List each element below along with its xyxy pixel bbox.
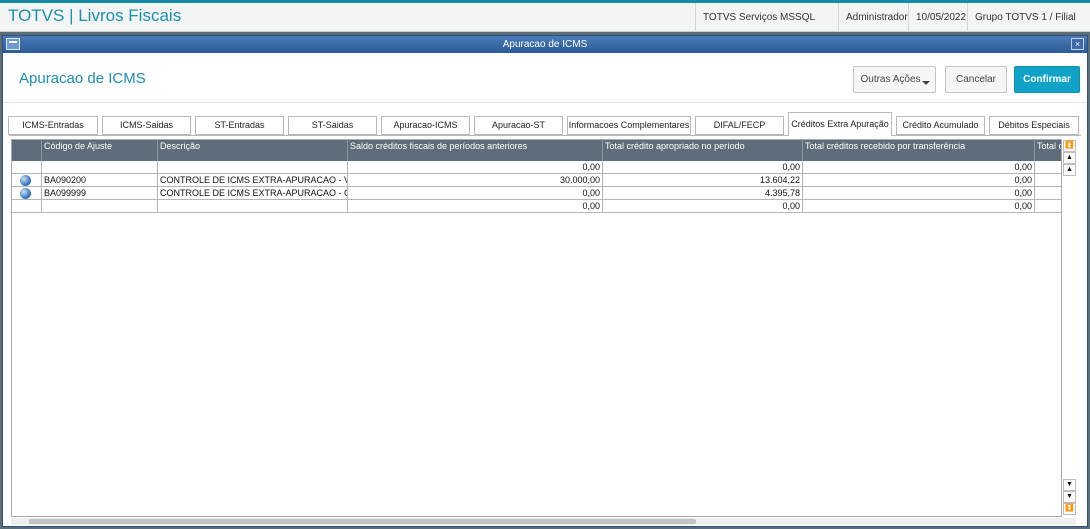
- cell-saldo: 30.000,00: [348, 174, 603, 187]
- tab-st-saidas[interactable]: ST-Saidas: [288, 116, 377, 135]
- page-title: Apuracao de ICMS: [19, 70, 146, 87]
- tab-debitos-especiais[interactable]: Débitos Especiais: [989, 116, 1079, 135]
- window-titlebar: Apuracao de ICMS ×: [3, 36, 1087, 53]
- cell-extra: [1035, 200, 1061, 213]
- company-info[interactable]: Grupo TOTVS 1 / Filial Bahia: [967, 3, 1090, 52]
- date-info[interactable]: 10/05/2022: [908, 3, 967, 32]
- data-grid[interactable]: Código de Ajuste Descrição Saldo crédito…: [11, 139, 1062, 517]
- scroll-down-icon[interactable]: ▼: [1063, 479, 1076, 491]
- server-info: TOTVS Serviços MSSQL P12133: [695, 3, 838, 52]
- cell-apropriado: 0,00: [603, 200, 803, 213]
- cell-extra: [1035, 174, 1061, 187]
- vertical-scrollbar[interactable]: ⏫ ▲ ▲ ▼ ▼ ⏬: [1063, 139, 1076, 517]
- cell-apropriado: 4.395,78: [603, 187, 803, 200]
- cell-codigo: [42, 161, 158, 174]
- cell-transferencia: 0,00: [803, 161, 1035, 174]
- scroll-page-down-icon[interactable]: ▼: [1063, 491, 1076, 503]
- apuracao-window: Apuracao de ICMS × Apuracao de ICMS Outr…: [2, 35, 1088, 527]
- confirm-button[interactable]: Confirmar: [1014, 66, 1080, 93]
- column-header-apropriado[interactable]: Total crédito apropriado no período: [603, 140, 803, 161]
- tab-apuracao-st[interactable]: Apuracao-ST: [474, 116, 563, 135]
- column-header-saldo[interactable]: Saldo créditos fiscais de períodos anter…: [348, 140, 603, 161]
- column-header-descricao[interactable]: Descrição: [158, 140, 348, 161]
- tab-credito-acumulado[interactable]: Crédito Acumulado: [896, 116, 985, 135]
- blue-sphere-icon[interactable]: [20, 175, 31, 186]
- tab-creditos-extra-apuracao[interactable]: Créditos Extra Apuração: [788, 112, 892, 136]
- cell-codigo: BA090200: [42, 174, 158, 187]
- row-icon-cell: [12, 187, 42, 200]
- cell-saldo: 0,00: [348, 187, 603, 200]
- cell-extra: [1035, 187, 1061, 200]
- scroll-last-icon[interactable]: ⏬: [1063, 503, 1076, 515]
- close-icon[interactable]: ×: [1071, 38, 1084, 50]
- scroll-up-icon[interactable]: ▲: [1063, 164, 1076, 176]
- row-icon-cell: [12, 161, 42, 174]
- cell-transferencia: 0,00: [803, 187, 1035, 200]
- cell-saldo: 0,00: [348, 161, 603, 174]
- tabs-baseline: [9, 135, 1081, 136]
- column-header-total-cr[interactable]: Total cr: [1035, 140, 1061, 161]
- cell-transferencia: 0,00: [803, 200, 1035, 213]
- tab-icms-saidas[interactable]: ICMS-Saidas: [102, 116, 191, 135]
- column-header-icon[interactable]: [12, 140, 42, 161]
- tab-icms-entradas[interactable]: ICMS-Entradas: [8, 116, 98, 135]
- row-icon-cell: [12, 200, 42, 213]
- cell-saldo: 0,00: [348, 200, 603, 213]
- cell-apropriado: 0,00: [603, 161, 803, 174]
- tab-apuracao-icms[interactable]: Apuracao-ICMS: [381, 116, 470, 135]
- cell-apropriado: 13.604,22: [603, 174, 803, 187]
- cell-codigo: [42, 200, 158, 213]
- cell-extra: [1035, 161, 1061, 174]
- horizontal-scrollbar[interactable]: [11, 518, 1076, 525]
- tab-st-entradas[interactable]: ST-Entradas: [195, 116, 284, 135]
- horizontal-scroll-thumb[interactable]: [29, 519, 696, 524]
- cell-codigo: BA099999: [42, 187, 158, 200]
- blue-sphere-icon[interactable]: [20, 188, 31, 199]
- column-header-transferencia[interactable]: Total créditos recebido por transferênci…: [803, 140, 1035, 161]
- row-icon-cell: [12, 174, 42, 187]
- app-title: TOTVS | Livros Fiscais: [8, 6, 182, 25]
- app-bar: TOTVS | Livros Fiscais TOTVS Serviços MS…: [0, 0, 1090, 52]
- other-actions-label: Outras Ações: [860, 74, 921, 85]
- window-title: Apuracao de ICMS: [502, 39, 588, 50]
- cancel-button[interactable]: Cancelar: [945, 66, 1007, 93]
- scroll-page-up-icon[interactable]: ▲: [1063, 152, 1076, 164]
- cell-descricao: CONTROLE DE ICMS EXTRA-APURACAO - OCOF: [158, 187, 348, 200]
- chevron-down-icon: [922, 81, 930, 85]
- cell-descricao: CONTROLE DE ICMS EXTRA-APURACAO - VALC: [158, 174, 348, 187]
- cell-descricao: [158, 200, 348, 213]
- cell-descricao: [158, 161, 348, 174]
- column-header-codigo[interactable]: Código de Ajuste: [42, 140, 158, 161]
- tab-informacoes-complementares[interactable]: Informacoes Complementares: [567, 116, 691, 135]
- other-actions-button[interactable]: Outras Ações: [853, 66, 936, 93]
- cell-transferencia: 0,00: [803, 174, 1035, 187]
- header-divider: [3, 102, 1087, 103]
- tab-difal-fecp[interactable]: DIFAL/FECP: [695, 116, 784, 135]
- user-info[interactable]: Administrador: [838, 3, 908, 32]
- scroll-first-icon[interactable]: ⏫: [1063, 140, 1076, 152]
